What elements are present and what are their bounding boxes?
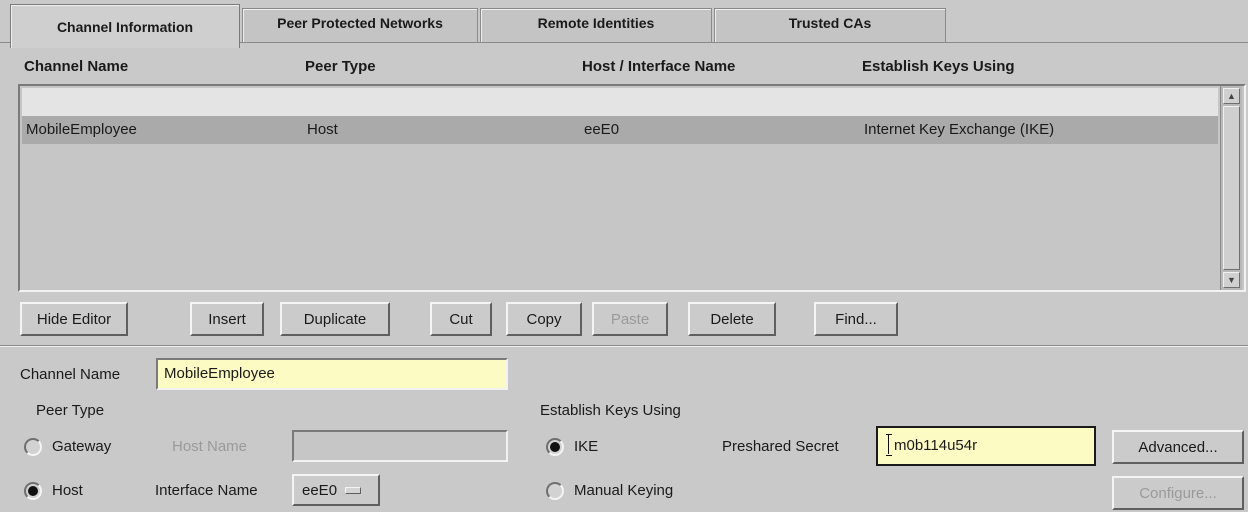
host-radio[interactable] <box>24 482 42 500</box>
tab-channel-information[interactable]: Channel Information <box>10 4 240 48</box>
tab-label: Remote Identities <box>537 15 655 31</box>
gateway-label: Gateway <box>52 438 112 455</box>
preshared-secret-field[interactable]: m0b114u54r <box>876 426 1096 466</box>
manual-keying-label: Manual Keying <box>574 482 674 499</box>
column-header-channel-name[interactable]: Channel Name <box>24 58 128 75</box>
column-header-host-interface[interactable]: Host / Interface Name <box>582 58 735 75</box>
tab-label: Trusted CAs <box>788 15 872 31</box>
gateway-radio[interactable] <box>24 438 42 456</box>
table-row[interactable] <box>22 88 1218 116</box>
copy-button[interactable]: Copy <box>506 302 582 336</box>
tab-peer-protected-networks[interactable]: Peer Protected Networks <box>242 8 478 42</box>
scroll-thumb[interactable] <box>1223 106 1240 270</box>
column-header-peer-type[interactable]: Peer Type <box>305 58 376 75</box>
scroll-up-icon[interactable]: ▲ <box>1223 88 1240 104</box>
hide-editor-button[interactable]: Hide Editor <box>20 302 128 336</box>
find-button[interactable]: Find... <box>814 302 898 336</box>
tab-remote-identities[interactable]: Remote Identities <box>480 8 712 42</box>
duplicate-button[interactable]: Duplicate <box>280 302 390 336</box>
manual-keying-radio[interactable] <box>546 482 564 500</box>
ike-label: IKE <box>574 438 599 455</box>
tab-trusted-cas[interactable]: Trusted CAs <box>714 8 946 42</box>
cell-peer-type: Host <box>307 121 338 138</box>
tab-label: Channel Information <box>56 19 194 35</box>
cell-channel-name: MobileEmployee <box>26 121 137 138</box>
option-menu-icon <box>345 486 362 494</box>
delete-button[interactable]: Delete <box>688 302 776 336</box>
peer-type-label: Peer Type <box>36 402 105 419</box>
configure-button[interactable]: Configure... <box>1112 476 1244 510</box>
preshared-secret-label: Preshared Secret <box>722 438 839 455</box>
text-cursor-icon <box>886 434 892 456</box>
channel-name-label: Channel Name <box>20 366 121 383</box>
cell-host-interface: eeE0 <box>584 121 620 138</box>
host-name-field[interactable] <box>292 430 508 462</box>
establish-keys-label: Establish Keys Using <box>540 402 681 419</box>
ike-radio[interactable] <box>546 438 564 456</box>
interface-name-select[interactable]: eeE0 <box>292 474 380 506</box>
host-label: Host <box>52 482 83 499</box>
advanced-button[interactable]: Advanced... <box>1112 430 1244 464</box>
interface-name-label: Interface Name <box>155 482 258 499</box>
scroll-down-icon[interactable]: ▼ <box>1223 272 1240 288</box>
tab-label: Peer Protected Networks <box>277 15 443 31</box>
interface-name-value: eeE0 <box>302 481 338 499</box>
paste-button[interactable]: Paste <box>592 302 668 336</box>
tab-bar: Channel Information Peer Protected Netwo… <box>0 0 1248 48</box>
cut-button[interactable]: Cut <box>430 302 492 336</box>
column-header-establish-keys[interactable]: Establish Keys Using <box>862 58 1015 75</box>
table-row-selected[interactable]: MobileEmployee Host eeE0 Internet Key Ex… <box>22 116 1218 144</box>
insert-button[interactable]: Insert <box>190 302 264 336</box>
cell-establish-keys: Internet Key Exchange (IKE) <box>864 121 1055 138</box>
channel-name-field[interactable]: MobileEmployee <box>156 358 508 390</box>
host-name-label: Host Name <box>172 438 248 455</box>
vertical-scrollbar[interactable]: ▲ ▼ <box>1220 86 1242 290</box>
editor-divider <box>0 345 1248 347</box>
channel-list[interactable]: MobileEmployee Host eeE0 Internet Key Ex… <box>18 84 1246 292</box>
